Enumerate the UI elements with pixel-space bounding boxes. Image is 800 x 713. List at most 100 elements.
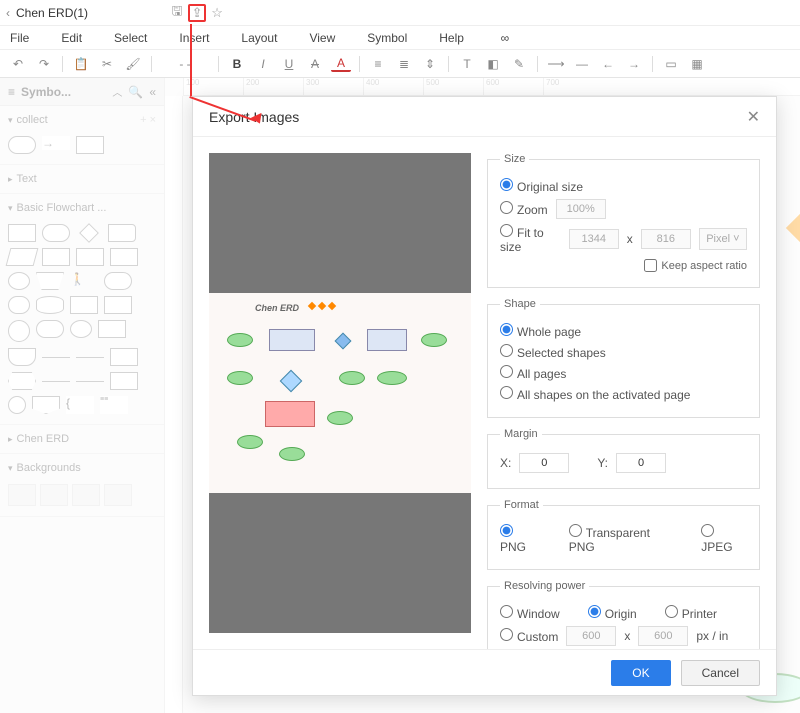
back-button[interactable]: ‹ [6,6,10,20]
redo-icon[interactable]: ↷ [34,54,54,74]
radio-activated[interactable] [500,386,513,399]
radio-original[interactable] [500,178,513,191]
textbox-icon[interactable]: T [457,54,477,74]
fit-width[interactable] [569,229,619,249]
menu-layout[interactable]: Layout [241,31,277,45]
separator [448,56,449,72]
res-w-input[interactable] [566,626,616,646]
radio-tpng[interactable] [569,524,582,537]
dialog-footer: OK Cancel [193,649,776,695]
menu-symbol[interactable]: Symbol [367,31,407,45]
res-origin[interactable]: Origin [588,605,637,621]
linestyle-icon[interactable]: — [572,54,592,74]
p-di2 [280,370,303,393]
radio-allpages[interactable] [500,365,513,378]
undo-icon[interactable]: ↶ [8,54,28,74]
export-dialog: Export Images ✕ Chen ERD [192,96,777,696]
p-rc1 [269,329,315,351]
size-group: Size Original size Zoom Fit to size x Pi… [487,153,760,288]
fit-height[interactable] [641,229,691,249]
radio-png[interactable] [500,524,513,537]
res-printer[interactable]: Printer [665,605,717,621]
paste-icon[interactable]: 📋 [71,54,91,74]
zoom-input[interactable] [556,199,606,219]
strike-icon[interactable]: A [305,54,325,74]
underline-icon[interactable]: U [279,54,299,74]
margin-x-input[interactable] [519,453,569,473]
arrowend-icon[interactable]: → [624,54,644,74]
radio-selected[interactable] [500,344,513,357]
keep-ratio-label: Keep aspect ratio [661,260,747,272]
format-png[interactable]: PNG [500,524,541,554]
size-fit[interactable]: Fit to size [500,224,561,254]
arrowstart-icon[interactable]: ← [598,54,618,74]
lineheight-icon[interactable]: ⇕ [420,54,440,74]
title-icons: 🖫 ⇪ ☆ [168,4,226,22]
cut-icon[interactable]: ✂ [97,54,117,74]
close-icon[interactable]: ✕ [747,107,760,127]
shape-group: Shape Whole page Selected shapes All pag… [487,298,760,418]
res-custom[interactable]: Custom [500,628,558,644]
p-el5 [377,371,407,385]
export-icon[interactable]: ⇪ [188,4,206,22]
p-rd [265,401,315,427]
menu-view[interactable]: View [309,31,335,45]
res-window[interactable]: Window [500,605,560,621]
radio-jpeg[interactable] [701,524,714,537]
radio-window[interactable] [500,605,513,618]
radio-custom[interactable] [500,628,513,641]
ok-button[interactable]: OK [611,660,670,686]
p-di1 [335,333,352,350]
connector-icon[interactable]: ⟶ [546,54,566,74]
radio-origin[interactable] [588,605,601,618]
menu-insert[interactable]: Insert [179,31,209,45]
insert-icon[interactable]: ▦ [687,54,707,74]
margin-y-input[interactable] [616,453,666,473]
separator [218,56,219,72]
res-h-input[interactable] [638,626,688,646]
size-zoom[interactable]: Zoom [500,201,548,217]
keep-ratio-checkbox[interactable] [644,259,657,272]
format-tpng[interactable]: Transparent PNG [569,524,674,554]
italic-icon[interactable]: I [253,54,273,74]
res-unit: px / in [696,629,728,643]
brush-icon[interactable]: 🖌 [123,54,143,74]
preview-dots [309,303,335,309]
format-jpeg[interactable]: JPEG [701,524,747,554]
shape-whole[interactable]: Whole page [500,323,581,339]
radio-fit[interactable] [500,224,513,237]
menu-select[interactable]: Select [114,31,147,45]
shape-all[interactable]: All pages [500,365,566,381]
format-group: Format PNG Transparent PNG JPEG [487,499,760,570]
preview-image: Chen ERD [209,293,471,493]
cancel-button[interactable]: Cancel [681,660,760,686]
font-select[interactable]: - - [160,54,210,74]
menu-help[interactable]: Help [439,31,464,45]
fill-icon[interactable]: ◧ [483,54,503,74]
fontcolor-icon[interactable]: A [331,56,351,72]
radio-printer[interactable] [665,605,678,618]
p-el3 [227,371,253,385]
p-el7 [279,447,305,461]
shape-selected[interactable]: Selected shapes [500,344,606,360]
menu-file[interactable]: File [10,31,29,45]
bold-icon[interactable]: B [227,54,247,74]
shape-icon[interactable]: ▭ [661,54,681,74]
fit-unit-select[interactable]: Pixel ˅ [699,228,747,250]
save-icon[interactable]: 🖫 [168,4,186,22]
margin-x-label: X: [500,456,511,470]
size-original[interactable]: Original size [500,178,583,194]
toolbar: ↶ ↷ 📋 ✂ 🖌 - - B I U A A ≡ ≣ ⇕ T ◧ ✎ ⟶ — … [0,50,800,78]
align-left-icon[interactable]: ≡ [368,54,388,74]
pen-icon[interactable]: ✎ [509,54,529,74]
separator [652,56,653,72]
infinity-icon[interactable]: ∞ [496,29,514,47]
menu-edit[interactable]: Edit [61,31,82,45]
align-center-icon[interactable]: ≣ [394,54,414,74]
radio-whole[interactable] [500,323,513,336]
radio-zoom[interactable] [500,201,513,214]
margin-legend: Margin [500,428,542,440]
resolve-group: Resolving power Window Origin Printer Cu… [487,580,760,649]
favorite-icon[interactable]: ☆ [208,4,226,22]
shape-activated[interactable]: All shapes on the activated page [500,386,690,402]
